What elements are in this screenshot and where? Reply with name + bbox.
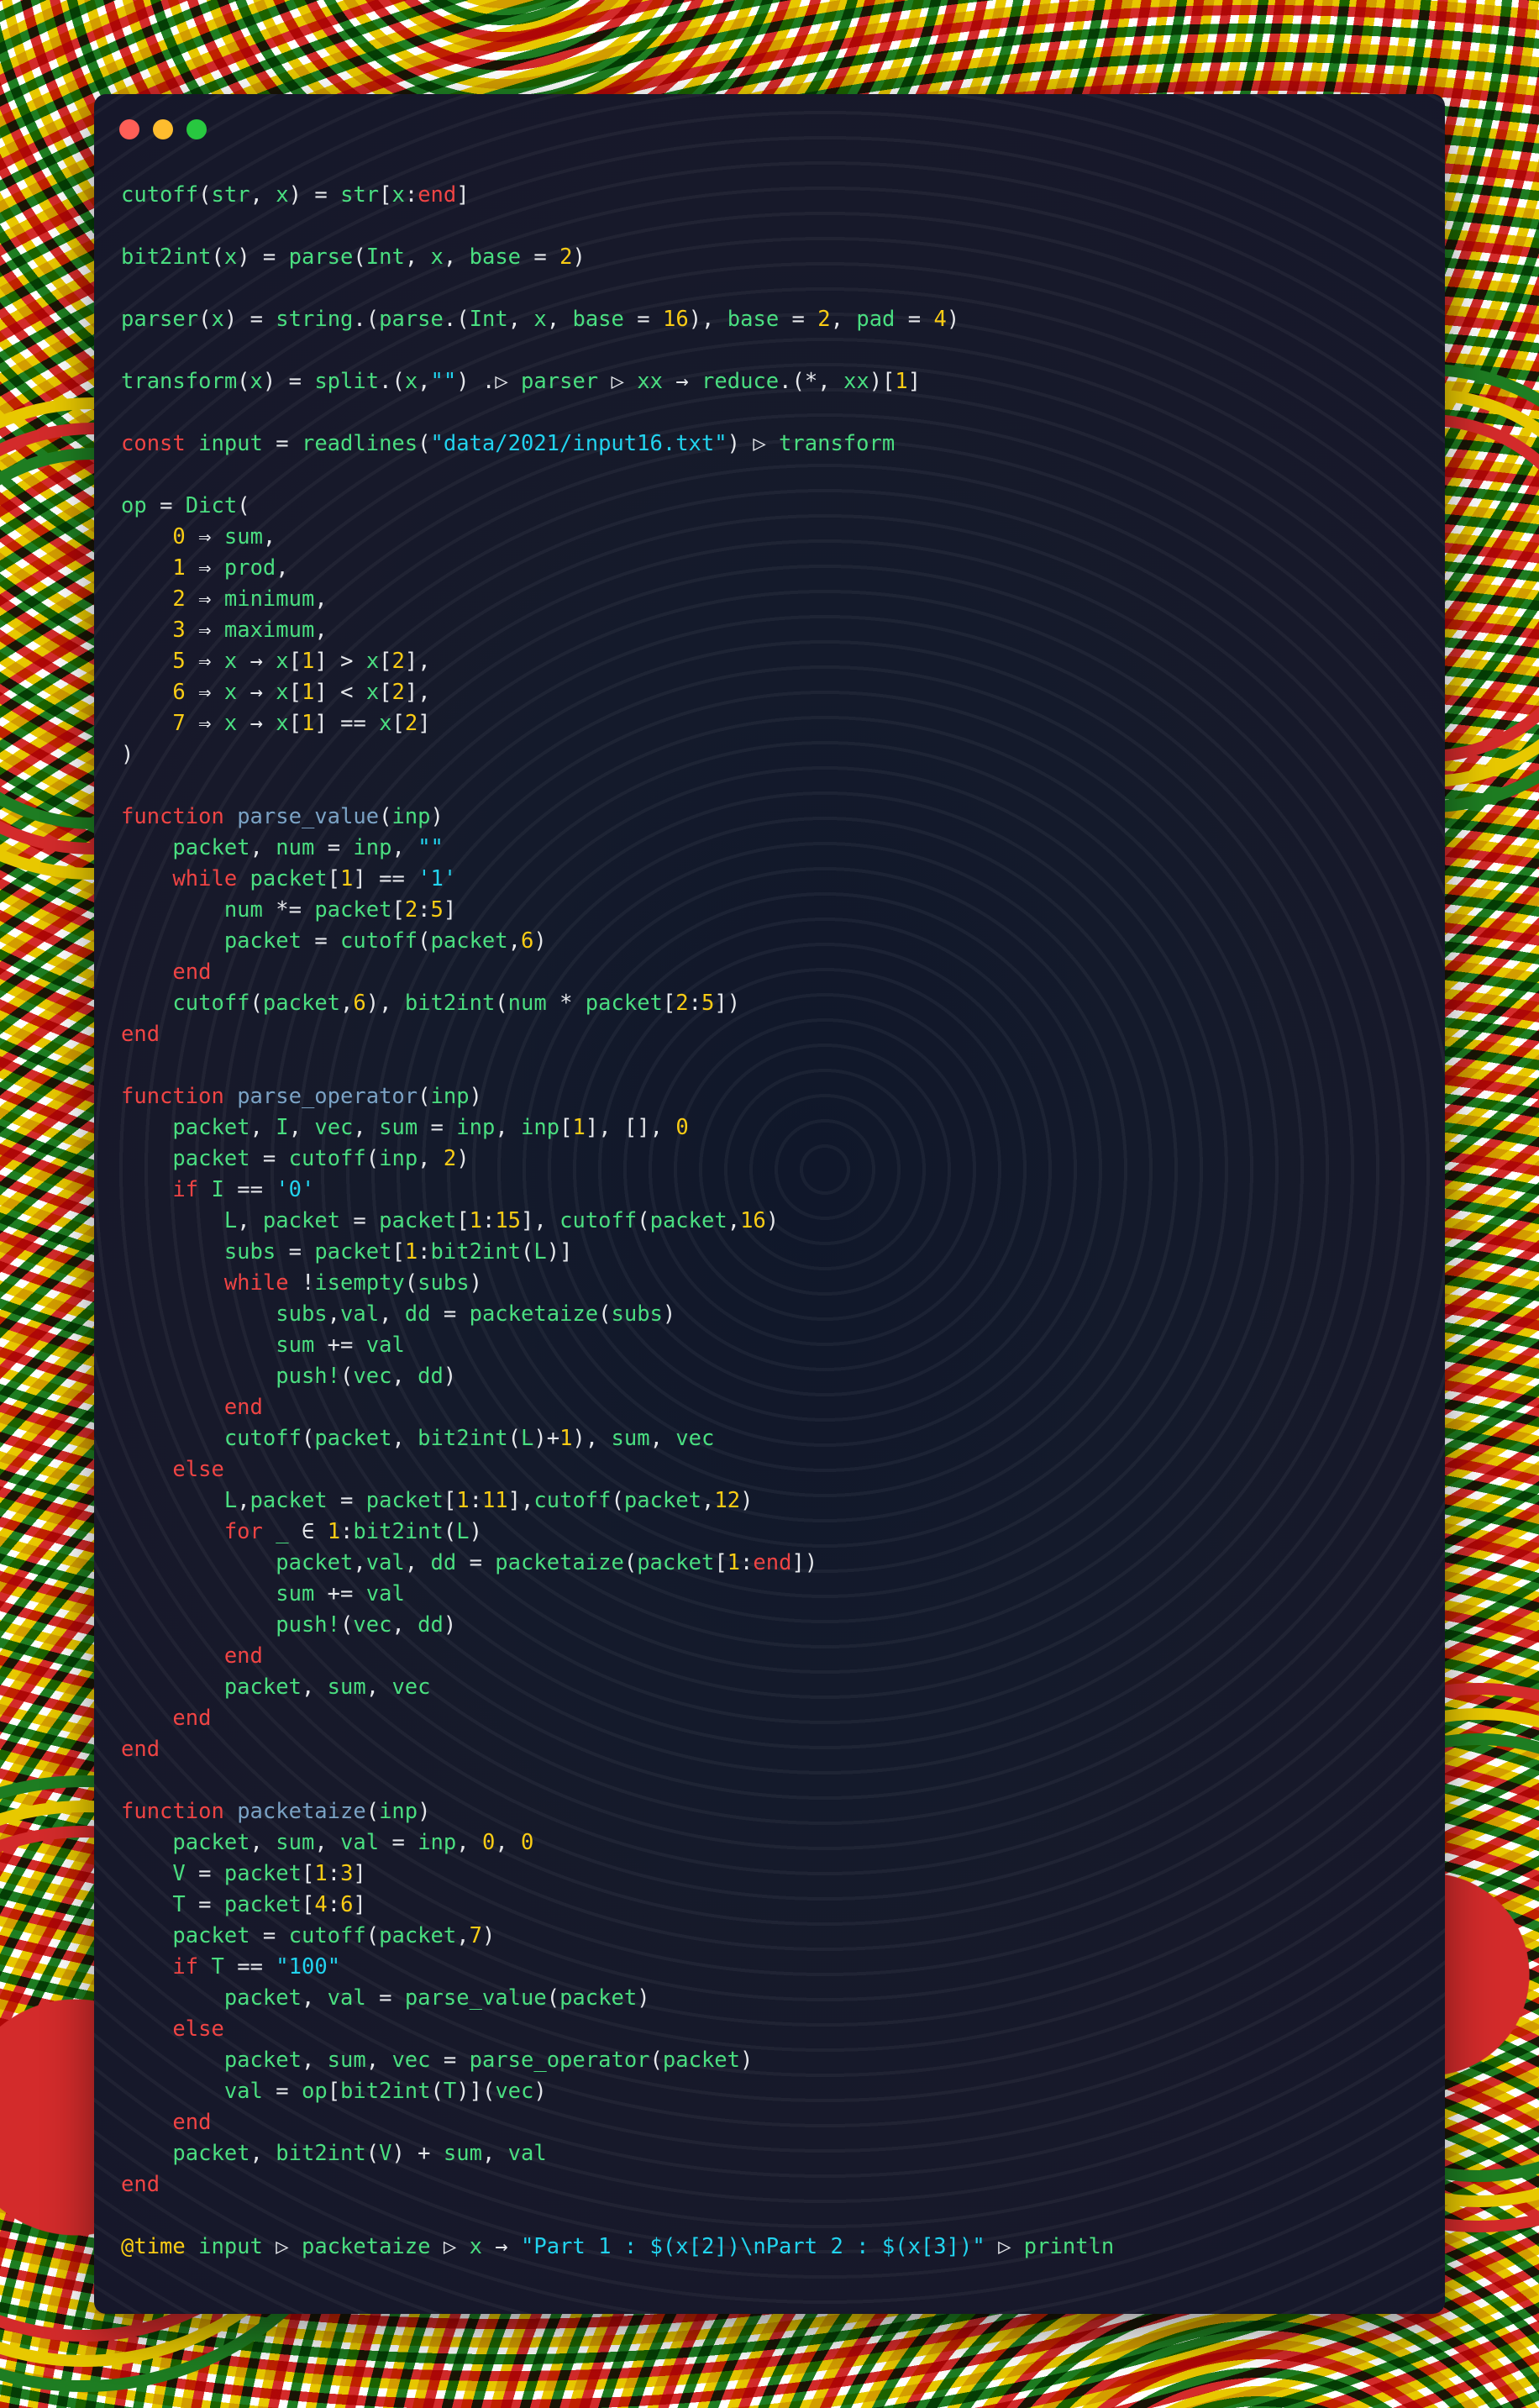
code-line: @time input ▷ packetaize ▷ x → "Part 1 :…	[121, 2234, 1115, 2259]
code-line: transform(x) = split.(x,"") .▷ parser ▷ …	[121, 369, 922, 394]
code-line: function packetaize(inp)	[121, 1799, 431, 1824]
code-line: 2 ⇒ minimum,	[172, 586, 328, 612]
code-line: end	[172, 1706, 212, 1731]
code-editor: cutoff(str, x) = str[x:end] bit2int(x) = …	[121, 180, 1418, 2263]
code-line: subs = packet[1:bit2int(L)]	[223, 1239, 573, 1264]
code-line: end	[121, 2172, 160, 2197]
code-line: packet, val = parse_value(packet)	[223, 1985, 650, 2011]
code-line: end	[223, 1643, 263, 1669]
code-window: cutoff(str, x) = str[x:end] bit2int(x) = …	[94, 94, 1445, 2314]
code-line: packet = cutoff(packet,6)	[223, 928, 547, 954]
code-line: 3 ⇒ maximum,	[172, 618, 328, 643]
code-line: else	[172, 1457, 224, 1482]
code-line: op = Dict(	[121, 493, 250, 518]
code-line: push!(vec, dd)	[276, 1364, 457, 1389]
code-line: sum += val	[276, 1581, 405, 1606]
code-line: 0 ⇒ sum,	[172, 524, 276, 549]
code-line: sum += val	[276, 1333, 405, 1358]
code-line: bit2int(x) = parse(Int, x, base = 2)	[121, 244, 586, 270]
code-line: packet,val, dd = packetaize(packet[1:end…	[276, 1550, 818, 1575]
code-line: else	[172, 2016, 224, 2042]
code-line: L,packet = packet[1:11],cutoff(packet,12…	[223, 1488, 754, 1513]
code-line: if T == "100"	[172, 1954, 341, 1980]
code-line: while !isempty(subs)	[223, 1270, 482, 1296]
code-line: 7 ⇒ x → x[1] == x[2]	[172, 711, 431, 736]
code-line: end	[121, 1737, 160, 1762]
code-line: const input = readlines("data/2021/input…	[121, 431, 896, 456]
code-line: 1 ⇒ prod,	[172, 555, 289, 581]
code-line: function parse_value(inp)	[121, 804, 444, 829]
code-line: )	[121, 742, 134, 767]
code-line: 6 ⇒ x → x[1] < x[2],	[172, 680, 431, 705]
code-line: L, packet = packet[1:15], cutoff(packet,…	[223, 1208, 780, 1233]
code-line: packet, I, vec, sum = inp, inp[1], [], 0	[172, 1115, 689, 1140]
window-controls	[119, 119, 207, 139]
code-line: V = packet[1:3]	[172, 1861, 366, 1886]
close-button[interactable]	[119, 119, 139, 139]
maximize-button[interactable]	[186, 119, 207, 139]
code-line: packet, bit2int(V) + sum, val	[172, 2141, 547, 2166]
code-line: subs,val, dd = packetaize(subs)	[276, 1301, 676, 1327]
code-line: packet, num = inp, ""	[172, 835, 444, 860]
minimize-button[interactable]	[153, 119, 173, 139]
code-line: push!(vec, dd)	[276, 1612, 457, 1638]
code-line: cutoff(packet, bit2int(L)+1), sum, vec	[223, 1426, 715, 1451]
code-line: cutoff(packet,6), bit2int(num * packet[2…	[172, 991, 741, 1016]
code-line: 5 ⇒ x → x[1] > x[2],	[172, 649, 431, 674]
code-line: packet = cutoff(inp, 2)	[172, 1146, 470, 1171]
code-line: for _ ∈ 1:bit2int(L)	[223, 1519, 482, 1544]
code-line: packet, sum, val = inp, 0, 0	[172, 1830, 534, 1855]
code-line: function parse_operator(inp)	[121, 1084, 482, 1109]
code-line: parser(x) = string.(parse.(Int, x, base …	[121, 307, 960, 332]
code-line: packet = cutoff(packet,7)	[172, 1923, 496, 1948]
code-line: while packet[1] == '1'	[172, 866, 457, 891]
code-line: cutoff(str, x) = str[x:end]	[121, 182, 470, 208]
code-line: end	[121, 1022, 160, 1047]
code-line: end	[172, 2110, 212, 2135]
code-line: packet, sum, vec	[223, 1675, 431, 1700]
code-line: end	[172, 960, 212, 985]
code-line: val = op[bit2int(T)](vec)	[223, 2079, 547, 2104]
code-line: num *= packet[2:5]	[223, 897, 457, 923]
code-line: T = packet[4:6]	[172, 1892, 366, 1917]
code-line: packet, sum, vec = parse_operator(packet…	[223, 2048, 754, 2073]
code-line: end	[223, 1395, 263, 1420]
code-line: if I == '0'	[172, 1177, 315, 1202]
